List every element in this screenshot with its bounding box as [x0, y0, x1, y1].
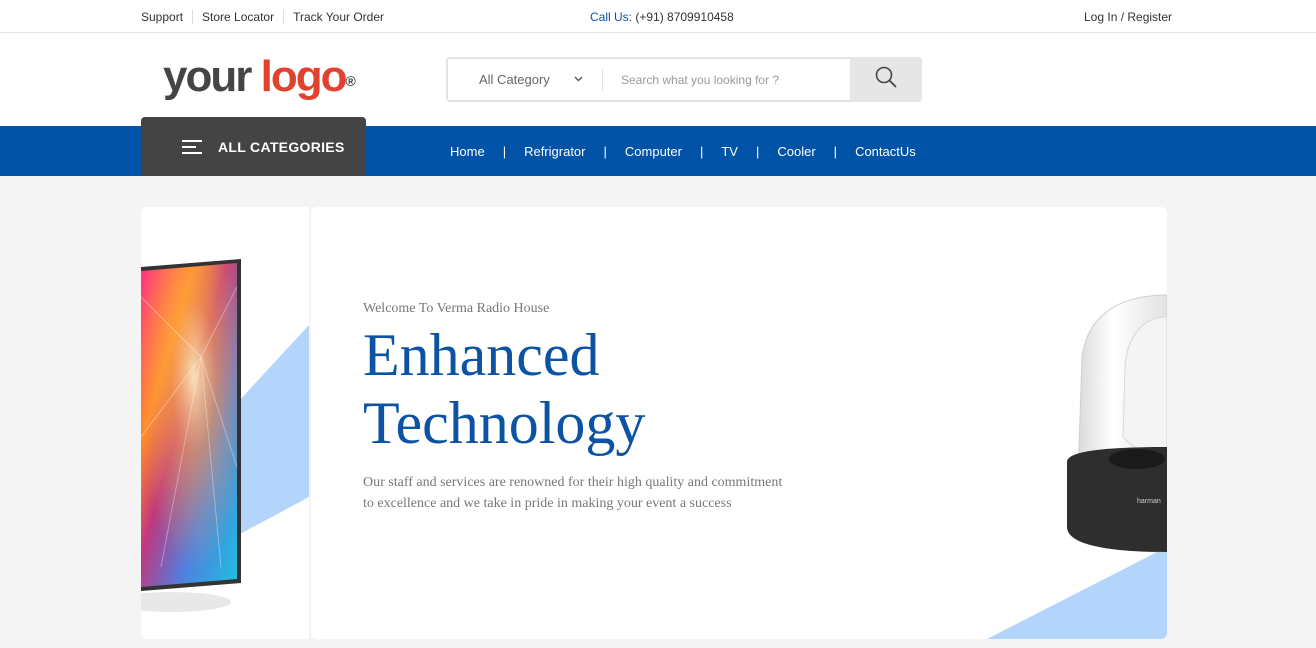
- hero-headline-line1: Enhanced: [363, 322, 600, 388]
- login-register-link[interactable]: Log In / Register: [1084, 10, 1172, 24]
- hero-slide-current: Welcome To Verma Radio House Enhanced Te…: [311, 207, 1167, 639]
- category-select[interactable]: All Category: [448, 59, 602, 100]
- nav-separator: |: [833, 144, 838, 159]
- header: your logo® All Category: [0, 33, 1316, 126]
- account-links: Log In / Register: [1084, 10, 1172, 24]
- nav-item-refrigrator[interactable]: Refrigrator: [524, 144, 585, 159]
- speaker-image: harman: [987, 294, 1167, 639]
- search-bar: All Category: [446, 57, 922, 102]
- nav-item-cooler[interactable]: Cooler: [777, 144, 815, 159]
- support-link[interactable]: Support: [141, 10, 192, 24]
- category-select-value: All Category: [479, 72, 550, 87]
- nav-item-tv[interactable]: TV: [721, 144, 738, 159]
- search-icon: [875, 66, 897, 93]
- logo-text-logo: logo: [260, 52, 348, 101]
- nav-separator: |: [699, 144, 704, 159]
- all-categories-button[interactable]: ALL CATEGORIES: [141, 117, 366, 176]
- track-order-link[interactable]: Track Your Order: [283, 10, 393, 24]
- hamburger-icon: [182, 136, 202, 158]
- all-categories-label: ALL CATEGORIES: [218, 138, 345, 155]
- tv-image: [141, 259, 309, 612]
- speaker-brand-text: harman: [1137, 498, 1161, 505]
- hero-headline: Enhanced Technology: [363, 321, 645, 457]
- call-us-number: (+91) 8709910458: [632, 10, 734, 24]
- call-us: Call Us: (+91) 8709910458: [590, 10, 734, 24]
- nav-item-computer[interactable]: Computer: [625, 144, 682, 159]
- hero-welcome-text: Welcome To Verma Radio House: [363, 301, 550, 316]
- nav-item-contactus[interactable]: ContactUs: [855, 144, 916, 159]
- nav-menu: Home | Refrigrator | Computer | TV | Coo…: [450, 144, 916, 159]
- hero-description: Our staff and services are renowned for …: [363, 475, 783, 511]
- logo-registered-mark: ®: [345, 73, 356, 89]
- store-locator-link[interactable]: Store Locator: [192, 10, 283, 24]
- chevron-down-icon: [574, 73, 583, 85]
- nav-separator: |: [502, 144, 507, 159]
- top-bar: Support Store Locator Track Your Order C…: [0, 0, 1316, 33]
- site-logo[interactable]: your logo®: [163, 53, 356, 101]
- search-button[interactable]: [850, 57, 922, 102]
- hero-slide-previous[interactable]: [141, 207, 309, 639]
- hero-headline-line2: Technology: [363, 390, 646, 456]
- nav-separator: |: [603, 144, 607, 159]
- nav-separator: |: [755, 144, 760, 159]
- logo-text-your: your: [163, 52, 252, 101]
- top-links: Support Store Locator Track Your Order: [141, 10, 393, 24]
- nav-item-home[interactable]: Home: [450, 144, 485, 159]
- search-input[interactable]: [603, 59, 850, 100]
- call-us-label: Call Us:: [590, 10, 633, 24]
